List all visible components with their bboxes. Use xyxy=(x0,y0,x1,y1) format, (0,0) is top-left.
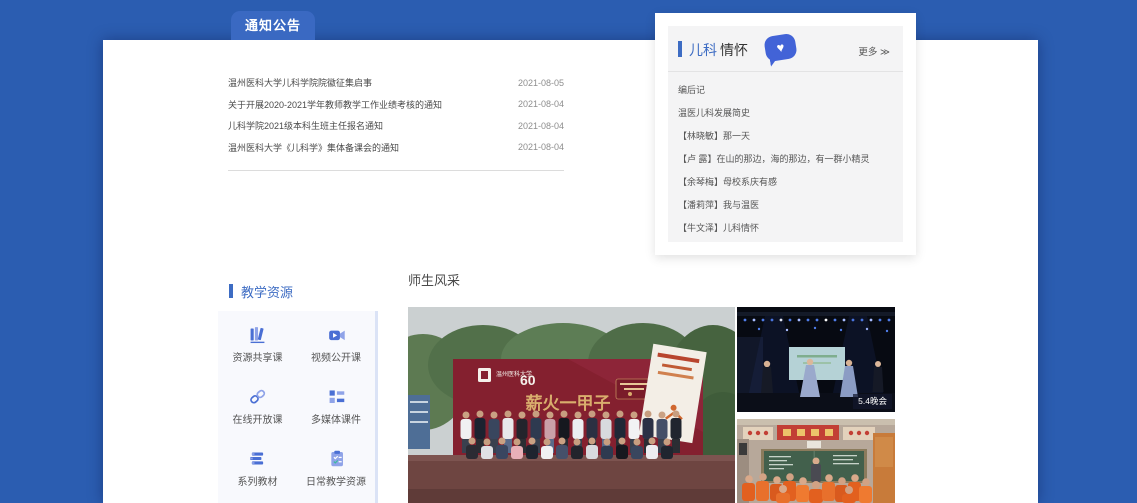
notice-date: 2021-08-04 xyxy=(518,99,564,109)
notice-title[interactable]: 温州医科大学《儿科学》集体备课会的通知 xyxy=(228,141,399,154)
photo-anniv-text: 60 xyxy=(520,372,536,388)
daily-resource-icon xyxy=(327,449,346,468)
resource-label: 多媒体课件 xyxy=(311,411,361,426)
link-icon xyxy=(248,387,267,406)
list-item[interactable]: 温医儿科发展简史 xyxy=(678,102,893,125)
resource-item-open-video[interactable]: 视频公开课 xyxy=(297,325,375,387)
list-item[interactable]: 【卢 露】在山的那边，海的那边，有一群小精灵 xyxy=(678,148,893,171)
resource-item-daily-resources[interactable]: 日常教学资源 xyxy=(297,449,375,503)
notice-list: 温州医科大学儿科学院院徽征集启事 2021-08-05 关于开展2020-202… xyxy=(228,72,564,171)
tab-notices-label: 通知公告 xyxy=(245,18,301,33)
chat-heart-icon: ♥ xyxy=(763,33,798,63)
sentiment-title-accent: 儿科 xyxy=(689,40,717,60)
more-link[interactable]: 更多 ≫ xyxy=(858,44,890,58)
resource-label: 日常教学资源 xyxy=(306,473,366,488)
notice-title[interactable]: 温州医科大学儿科学院院徽征集启事 xyxy=(228,76,372,89)
resource-item-courseware[interactable]: 多媒体课件 xyxy=(297,387,375,449)
sentiment-panel: 儿科 情怀 ♥ 更多 ≫ 编后记 温医儿科发展简史 【林晓敏】那一天 【卢 露】… xyxy=(668,26,903,242)
sentiment-list: 编后记 温医儿科发展简史 【林晓敏】那一天 【卢 露】在山的那边，海的那边，有一… xyxy=(668,72,903,247)
sentiment-title-rest: 情怀 xyxy=(720,40,748,60)
list-item[interactable]: 编后记 xyxy=(678,79,893,102)
notice-date: 2021-08-04 xyxy=(518,142,564,152)
sentiment-card: 儿科 情怀 ♥ 更多 ≫ 编后记 温医儿科发展简史 【林晓敏】那一天 【卢 露】… xyxy=(655,13,916,255)
page: 通知公告 温州医科大学儿科学院院徽征集启事 2021-08-05 关于开展202… xyxy=(0,0,1137,503)
courseware-icon xyxy=(327,387,346,406)
group-photo[interactable]: 温州医科大学 60 薪火一甲子 xyxy=(408,307,735,503)
classroom-photo[interactable] xyxy=(737,419,895,503)
resource-label: 在线开放课 xyxy=(233,411,283,426)
resources-grid: 资源共享课 视频公开课 在线开放课 xyxy=(218,311,378,503)
notice-title[interactable]: 关于开展2020-2021学年教师教学工作业绩考核的通知 xyxy=(228,98,442,111)
resources-title: 教学资源 xyxy=(241,282,293,301)
gallery-title: 师生风采 xyxy=(408,270,460,289)
divider xyxy=(228,170,564,171)
notice-title[interactable]: 儿科学院2021级本科生班主任报名通知 xyxy=(228,119,383,132)
resource-label: 系列教材 xyxy=(238,473,278,488)
notice-row[interactable]: 儿科学院2021级本科生班主任报名通知 2021-08-04 xyxy=(228,115,564,137)
sentiment-header: 儿科 情怀 ♥ 更多 ≫ xyxy=(668,26,903,71)
photo-banner-text: 薪火一甲子 xyxy=(526,394,611,413)
tab-notices[interactable]: 通知公告 xyxy=(231,11,315,40)
notice-date: 2021-08-04 xyxy=(518,121,564,131)
resource-label: 资源共享课 xyxy=(233,349,283,364)
textbook-icon xyxy=(248,449,267,468)
list-item[interactable]: 【牛文泽】儿科情怀 xyxy=(678,217,893,240)
resource-item-online-course[interactable]: 在线开放课 xyxy=(218,387,297,449)
list-item[interactable]: 【林晓敏】那一天 xyxy=(678,125,893,148)
list-item[interactable]: 【余琴梅】母校系庆有感 xyxy=(678,171,893,194)
resource-label: 视频公开课 xyxy=(311,349,361,364)
notice-date: 2021-08-05 xyxy=(518,78,564,88)
resource-item-shared-courses[interactable]: 资源共享课 xyxy=(218,325,297,387)
list-item[interactable]: 【潘莉萍】我与温医 xyxy=(678,194,893,217)
stage-photo[interactable]: 5.4晚会 xyxy=(737,307,895,412)
resource-item-textbooks[interactable]: 系列教材 xyxy=(218,449,297,503)
books-icon xyxy=(248,325,267,344)
accent-bar xyxy=(229,284,233,298)
video-icon xyxy=(327,325,346,344)
accent-bar xyxy=(678,41,682,57)
notice-row[interactable]: 关于开展2020-2021学年教师教学工作业绩考核的通知 2021-08-04 xyxy=(228,94,564,116)
photo-badge: 5.4晚会 xyxy=(853,394,892,409)
notice-row[interactable]: 温州医科大学《儿科学》集体备课会的通知 2021-08-04 xyxy=(228,137,564,159)
notice-row[interactable]: 温州医科大学儿科学院院徽征集启事 2021-08-05 xyxy=(228,72,564,94)
